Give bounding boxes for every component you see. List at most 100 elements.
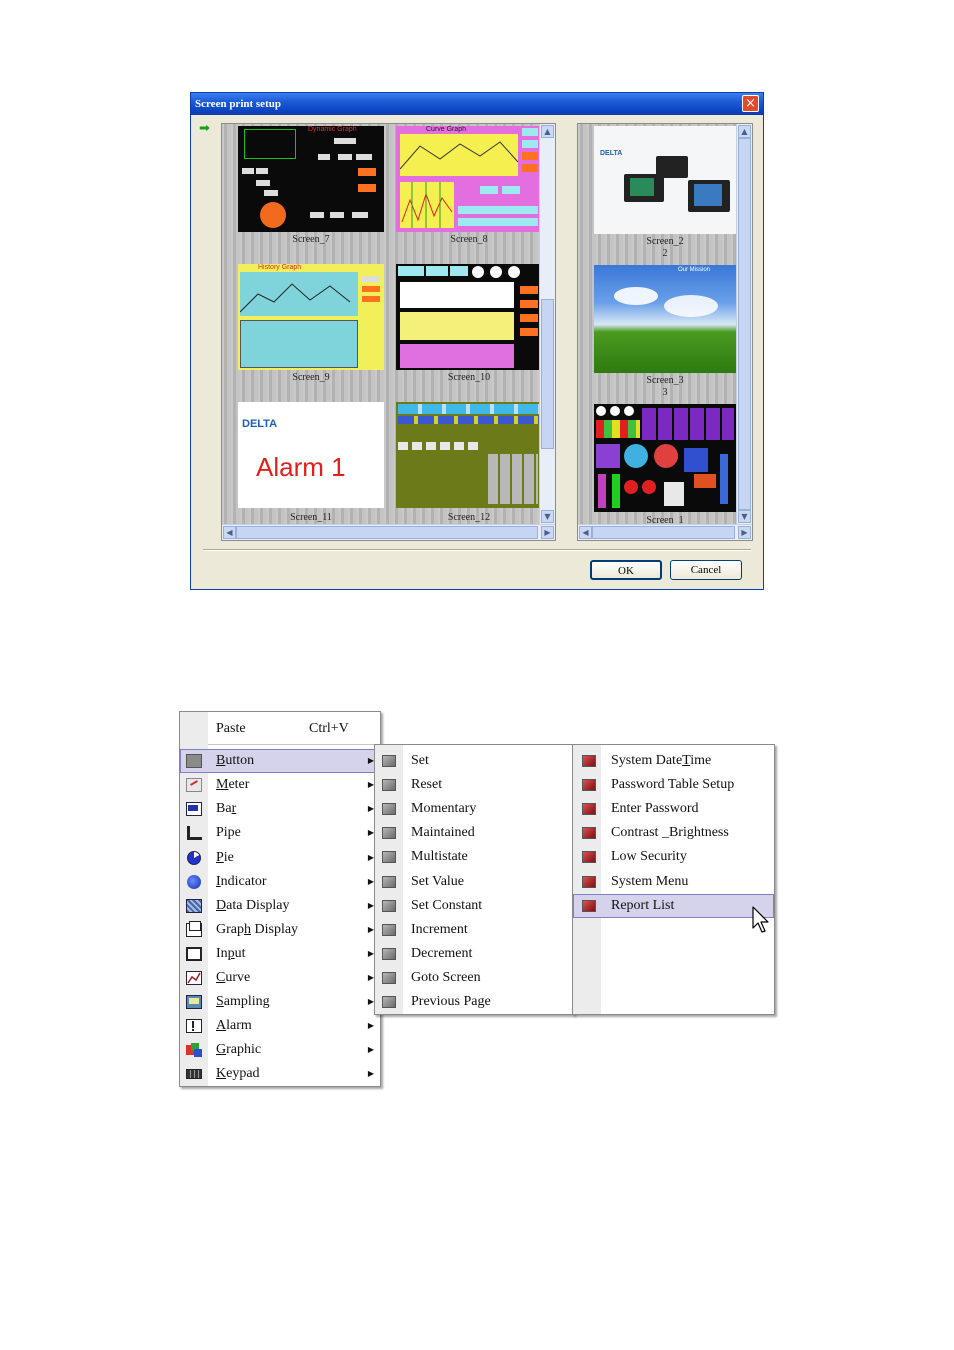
menu-item-graphic[interactable]: Graphic ▶: [180, 1038, 380, 1062]
screen-preview: DELTA Alarm 1: [238, 402, 384, 508]
menu-item-alarm[interactable]: Alarm ▶: [180, 1014, 380, 1038]
screen-preview: [396, 402, 542, 508]
submenu-item-set-value[interactable]: Set Value: [375, 870, 573, 894]
left-vertical-scrollbar[interactable]: ▲ ▼: [539, 124, 555, 524]
menu-item-label: Previous Page: [411, 994, 491, 1009]
screen-thumbnail[interactable]: Dynamic Graph Screen_7: [238, 126, 384, 248]
screen-thumbnail[interactable]: DELTA Screen_2 2: [594, 126, 736, 260]
menu-separator: [208, 744, 378, 746]
menu-item-input[interactable]: Input ▶: [180, 942, 380, 966]
button-icon: [381, 995, 397, 1009]
submenu-item-previous-page[interactable]: Previous Page: [375, 990, 573, 1014]
scroll-left-icon[interactable]: ◀: [579, 526, 592, 539]
scroll-thumb[interactable]: [738, 138, 751, 510]
pie-icon: [186, 850, 202, 865]
scroll-left-icon[interactable]: ◀: [223, 526, 236, 539]
menu-item-label: Password Table Setup: [611, 777, 735, 793]
submenu-item-system-datetime[interactable]: System DateTime: [573, 749, 774, 773]
indicator-icon: [186, 874, 202, 889]
menu-item-graph-display[interactable]: Graph Display ▶: [180, 918, 380, 942]
screen-label: Screen_12: [447, 512, 491, 523]
submenu-item-system-menu[interactable]: System Menu: [573, 870, 774, 894]
screen-thumbnail[interactable]: History Graph Screen_9: [238, 264, 384, 386]
menu-item-label: Indicator: [216, 873, 267, 889]
submenu-item-set[interactable]: Set: [375, 749, 573, 773]
function-button-icon: [581, 778, 597, 792]
right-vertical-scrollbar[interactable]: ▲ ▼: [736, 124, 752, 524]
scroll-up-icon[interactable]: ▲: [738, 125, 751, 138]
menu-item-curve[interactable]: Curve ▶: [180, 966, 380, 990]
menu-item-keypad[interactable]: Keypad ▶: [180, 1062, 380, 1086]
ok-button[interactable]: OK: [590, 560, 662, 580]
submenu-item-momentary[interactable]: Momentary: [375, 797, 573, 821]
submenu-item-reset[interactable]: Reset: [375, 773, 573, 797]
menu-item-paste[interactable]: Paste Ctrl+V: [180, 717, 380, 741]
menu-item-label: Decrement: [411, 945, 473, 961]
cancel-button[interactable]: Cancel: [670, 560, 742, 580]
scroll-down-icon[interactable]: ▼: [738, 510, 751, 523]
input-icon: [186, 946, 202, 961]
submenu-item-low-security[interactable]: Low Security: [573, 845, 774, 869]
scroll-down-icon[interactable]: ▼: [541, 510, 554, 523]
menu-item-label: Multistate: [411, 849, 468, 865]
submenu-item-maintained[interactable]: Maintained: [375, 821, 573, 845]
submenu-item-increment[interactable]: Increment: [375, 918, 573, 942]
screen-thumbnail[interactable]: Screen_1: [594, 404, 736, 528]
button-icon: [381, 850, 397, 864]
submenu-item-set-constant[interactable]: Set Constant: [375, 894, 573, 918]
menu-item-label: Graphic: [216, 1042, 262, 1058]
menu-item-pipe[interactable]: Pipe ▶: [180, 821, 380, 845]
submenu-item-enter-password[interactable]: Enter Password: [573, 797, 774, 821]
submenu-item-contrast-brightness[interactable]: Contrast _Brightness: [573, 821, 774, 845]
shortcut-label: Ctrl+V: [309, 721, 349, 736]
bar-icon: [186, 802, 202, 817]
menu-item-label: Bar: [216, 801, 237, 817]
menu-item-label: System Menu: [611, 873, 689, 889]
submenu-item-decrement[interactable]: Decrement: [375, 942, 573, 966]
menu-item-data-display[interactable]: Data Display ▶: [180, 894, 380, 918]
button-icon: [186, 754, 202, 769]
scroll-thumb[interactable]: [541, 299, 554, 449]
left-horizontal-scrollbar[interactable]: ◀ ▶: [222, 524, 555, 540]
menu-item-label: Curve: [216, 970, 251, 985]
submenu-item-password-table-setup[interactable]: Password Table Setup: [573, 773, 774, 797]
right-horizontal-scrollbar[interactable]: ◀ ▶: [578, 524, 752, 540]
button-icon: [381, 875, 397, 889]
button-icon: [381, 754, 397, 768]
menu-item-sampling[interactable]: Sampling ▶: [180, 990, 380, 1014]
screen-thumbnail[interactable]: Curve Graph Screen_8: [396, 126, 542, 248]
submenu-item-multistate[interactable]: Multistate: [375, 845, 573, 869]
scroll-right-icon[interactable]: ▶: [738, 526, 751, 539]
screen-label: Screen_8: [450, 234, 488, 245]
menu-item-indicator[interactable]: Indicator ▶: [180, 870, 380, 894]
scroll-right-icon[interactable]: ▶: [541, 526, 554, 539]
submenu-arrow-icon: ▶: [367, 1069, 374, 1079]
menu-item-meter[interactable]: Meter ▶: [180, 773, 380, 797]
menu-item-button[interactable]: Button ▶: [180, 749, 380, 774]
screen-preview: Curve Graph: [396, 126, 542, 232]
context-menu: Paste Ctrl+V Button ▶ Meter ▶ Bar ▶ Pipe ▶ Pie ▶ Ind…: [179, 711, 381, 1087]
screen-thumbnail[interactable]: Screen_10: [396, 264, 542, 386]
function-button-icon: [581, 802, 597, 816]
scroll-up-icon[interactable]: ▲: [541, 125, 554, 138]
close-icon[interactable]: ×: [742, 95, 759, 112]
scroll-thumb[interactable]: [592, 526, 735, 539]
menu-item-label: Reset: [411, 777, 443, 793]
screen-label: Screen_11: [290, 512, 332, 523]
menu-item-label: Low Security: [611, 849, 687, 865]
scroll-thumb[interactable]: [236, 526, 538, 539]
selected-screens-pane[interactable]: DELTA Screen_2 2 Our Mission Screen_3 3: [577, 123, 753, 541]
submenu-item-report-list[interactable]: Report List: [573, 893, 774, 918]
menu-item-label: Pie: [216, 849, 234, 865]
screen-number: 2: [662, 248, 668, 259]
screen-thumbnail[interactable]: Screen_12: [396, 402, 542, 524]
menu-item-bar[interactable]: Bar ▶: [180, 797, 380, 821]
graphic-icon: [186, 1043, 202, 1058]
screen-thumbnail[interactable]: Our Mission Screen_3 3: [594, 265, 736, 399]
available-screens-pane[interactable]: Dynamic Graph Screen_7 Curve Graph Scree…: [221, 123, 556, 541]
submenu-item-goto-screen[interactable]: Goto Screen: [375, 966, 573, 990]
menu-item-pie[interactable]: Pie ▶: [180, 846, 380, 870]
delta-logo: DELTA: [600, 150, 623, 157]
screen-label: Screen_3: [646, 375, 684, 386]
screen-thumbnail[interactable]: DELTA Alarm 1 Screen_11: [238, 402, 384, 524]
